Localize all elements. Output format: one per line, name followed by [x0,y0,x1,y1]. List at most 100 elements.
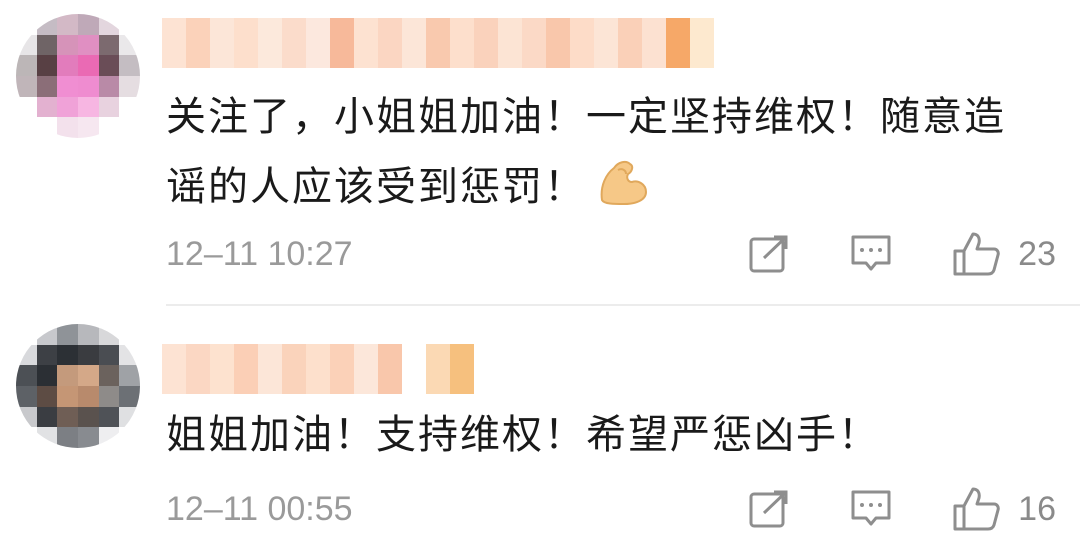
comment-icon [851,235,891,271]
avatar-pixel [16,344,37,366]
avatar-pixel [16,385,37,407]
avatar-pixel [119,96,140,118]
avatar-pixel [57,14,78,35]
avatar-pixel [98,427,120,448]
avatar-pixel [36,96,58,118]
avatar-pixel [98,406,120,428]
like-count: 16 [1018,489,1056,528]
comment-meta: 12–11 00:55 16 [166,487,1056,531]
comment-time: 12–11 00:55 [166,489,353,528]
thumbs-up-icon [953,232,1000,276]
username-pixel [330,344,354,394]
avatar-pixel [77,117,99,138]
avatar-pixel [98,117,120,138]
avatar-pixel [57,117,78,138]
username-pixel [282,18,306,68]
avatar-pixel [77,96,99,118]
comment-actions: 23 [748,231,1056,277]
like-button[interactable]: 23 [952,231,1056,277]
avatar-pixel [77,406,99,428]
avatar-pixel [119,14,140,35]
username-pixel [426,18,450,68]
avatar-pixel [57,96,78,118]
username-pixel [450,18,474,68]
username-pixel [690,18,714,68]
avatar-pixel [36,344,58,366]
comment-time: 12–11 10:27 [166,234,353,273]
avatar[interactable] [16,14,140,138]
avatar-pixel [119,324,140,345]
avatar-pixel [77,14,99,35]
avatar-pixel [57,406,78,428]
like-count: 23 [1018,234,1056,273]
username-pixel [234,344,258,394]
username-pixel [258,18,282,68]
username-pixel [546,18,570,68]
avatar-pixel [36,385,58,407]
avatar-pixel [16,14,37,35]
username-blurred[interactable] [162,18,714,68]
comment-text-content: 关注了，小姐姐加油！一定坚持维权！随意造谣的人应该受到惩罚！ [166,94,1006,210]
avatar-pixel [77,55,99,76]
username-pixel [210,18,234,68]
avatar-pixel [77,427,99,448]
avatar-pixel [119,406,140,428]
avatar-pixel [36,117,58,138]
avatar-pixel [98,75,120,97]
username-pixel [474,18,498,68]
username-pixel [210,344,234,394]
avatar-pixel [57,344,78,366]
username-pixel [570,18,594,68]
like-button[interactable]: 16 [952,486,1056,532]
comment-text-content: 姐姐加油！支持维权！希望严惩凶手！ [166,412,880,458]
avatar-pixel [119,365,140,386]
username-pixel [258,344,282,394]
share-button[interactable] [748,234,790,274]
avatar-pixel [16,96,37,118]
comment-text: 关注了，小姐姐加油！一定坚持维权！随意造谣的人应该受到惩罚！ [166,82,1046,230]
username-pixel [498,18,522,68]
avatar-pixel [119,75,140,97]
avatar-pixel [77,365,99,386]
username-pixel [402,344,426,394]
username-pixel [378,18,402,68]
username-pixel [522,18,546,68]
avatar-pixel [119,34,140,56]
reply-button[interactable] [850,234,892,274]
avatar[interactable] [16,324,140,448]
avatar-pixel [36,14,58,35]
username-pixel [642,18,666,68]
reply-button[interactable] [850,489,892,529]
avatar-pixel [77,34,99,56]
comment-icon [851,490,891,526]
share-icon [749,490,788,528]
username-blurred[interactable] [162,344,474,394]
username-pixel [402,18,426,68]
avatar-pixel [16,55,37,76]
divider [166,304,1080,306]
comment-text: 姐姐加油！支持维权！希望严惩凶手！ [166,400,1046,470]
avatar-pixel [119,117,140,138]
avatar-pixel [119,385,140,407]
username-pixel [378,344,402,394]
avatar-pixel [16,406,37,428]
avatar-pixel [98,344,120,366]
avatar-pixel [98,365,120,386]
avatar-pixel [98,55,120,76]
avatar-pixel [16,365,37,386]
avatar-pixel [57,365,78,386]
username-pixel [618,18,642,68]
share-icon [749,235,788,273]
avatar-pixel [98,14,120,35]
avatar-pixel [77,344,99,366]
avatar-pixel [119,427,140,448]
avatar-pixel [36,324,58,345]
avatar-pixel [16,34,37,56]
username-pixel [282,344,306,394]
avatar-pixel [36,34,58,56]
avatar-pixel [36,55,58,76]
comment-actions: 16 [748,486,1056,532]
username-pixel [354,344,378,394]
share-button[interactable] [748,489,790,529]
avatar-pixel [77,385,99,407]
